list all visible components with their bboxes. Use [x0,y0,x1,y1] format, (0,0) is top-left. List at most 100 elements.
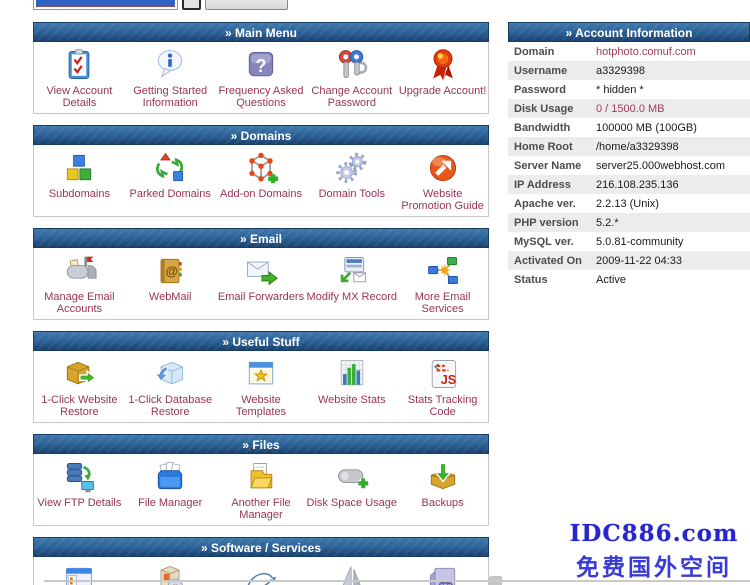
account-row-label: Username [508,65,596,77]
item-label: More Email Services [397,291,488,315]
website-stats-icon [332,355,372,393]
disk-space-usage-link[interactable]: Disk Space Usage [306,458,397,525]
account-row-disk-usage: Disk Usage0 / 1500.0 MB [508,99,750,118]
account-row-bandwidth: Bandwidth100000 MB (100GB) [508,118,750,137]
another-file-manager-link[interactable]: Another File Manager [216,458,307,525]
parked-domains-icon [150,149,190,187]
account-row-value: server25.000webhost.com [596,160,725,172]
section-title: » Email [240,232,282,246]
section-body: Manage Email Accounts@WebMailEmail Forwa… [33,248,489,320]
more-email-services-link[interactable]: More Email Services [397,252,488,319]
svg-text:?: ? [255,56,266,76]
change-password-icon [332,46,372,84]
item-label: WebMail [149,291,192,303]
file-manager-link[interactable]: File Manager [125,458,216,525]
modify-mx-record-link[interactable]: Modify MX Record [306,252,397,319]
watermark-site-name: IDC886.com [558,520,750,547]
account-row-value: 5.0.81-community [596,236,683,248]
section-title: » Useful Stuff [222,335,299,349]
account-row-value: 2009-11-22 04:33 [596,255,682,267]
manage-email-icon [59,252,99,290]
account-row-php-version: PHP version5.2.* [508,213,750,232]
account-information-panel: » Account Information Domainhotphoto.com… [508,22,750,289]
getting-started-info-icon [150,46,190,84]
item-label: Website Promotion Guide [397,188,488,212]
email-forwarders-icon [241,252,281,290]
backups-link[interactable]: Backups [397,458,488,525]
stats-tracking-code-link[interactable]: JSStats Tracking Code [397,355,488,422]
account-row-value[interactable]: hotphoto.comuf.com [596,46,696,58]
item-label: Parked Domains [130,188,211,200]
account-information-header: » Account Information [508,22,750,42]
webmail-icon: @ [150,252,190,290]
section-body: View FTP Details File Manager Another File… [33,454,489,526]
subdomains-link[interactable]: Subdomains [34,149,125,216]
domain-select-input[interactable] [33,0,178,10]
create-new-button[interactable]: Create New [205,0,288,10]
item-label: File Manager [138,497,202,509]
account-row-value: Active [596,274,626,286]
website-stats-link[interactable]: Website Stats [306,355,397,422]
change-account-password-link[interactable]: Change Account Password [306,46,397,113]
account-row-label: MySQL ver. [508,236,596,248]
view-account-details-link[interactable]: View Account Details [34,46,125,113]
section-header-useful-stuff: » Useful Stuff [33,331,489,351]
add-on-domains-link[interactable]: Add-on Domains [216,149,307,216]
account-row-value: 0 / 1500.0 MB [596,103,665,115]
1-click-database-restore-link[interactable]: 1-Click Database Restore [125,355,216,422]
faq-icon: ? [241,46,281,84]
parked-domains-link[interactable]: Parked Domains [125,149,216,216]
website-templates-icon [241,355,281,393]
item-label: Website Templates [216,394,307,418]
watermark-slogan: 免费国外空间 [558,548,750,582]
item-label: Email Forwarders [218,291,304,303]
account-row-value: * hidden * [596,84,644,96]
account-row-label: IP Address [508,179,596,191]
section-files: » FilesView FTP DetailsFile ManagerAnoth… [33,434,489,526]
item-label: Frequency Asked Questions [216,85,307,109]
account-row-value: 5.2.* [596,217,619,229]
account-row-domain: Domainhotphoto.comuf.com [508,42,750,61]
section-body: 1-Click Website Restore1-Click Database … [33,351,489,423]
section-main-menu: » Main Menu View Account DetailsGetting S… [33,22,489,114]
email-forwarders-link[interactable]: Email Forwarders [216,252,307,319]
account-information-rows: Domainhotphoto.comuf.comUsernamea3329398… [508,42,750,289]
manage-email-accounts-link[interactable]: Manage Email Accounts [34,252,125,319]
getting-started-information-link[interactable]: Getting Started Information [125,46,216,113]
item-label: Disk Space Usage [307,497,398,509]
account-row-value: 100000 MB (100GB) [596,122,697,134]
account-row-label: Domain [508,46,596,58]
website-templates-link[interactable]: Website Templates [216,355,307,422]
1-click-website-restore-link[interactable]: 1-Click Website Restore [34,355,125,422]
go-button[interactable] [182,0,201,10]
account-row-server-name: Server Nameserver25.000webhost.com [508,156,750,175]
website-promotion-icon [423,149,463,187]
account-row-username: Usernamea3329398 [508,61,750,80]
account-row-value: /home/a3329398 [596,141,679,153]
upgrade-account-link[interactable]: Upgrade Account! [397,46,488,113]
more-email-services-icon [423,252,463,290]
frequency-asked-questions-link[interactable]: ? Frequency Asked Questions [216,46,307,113]
selected-text-highlight [36,0,175,7]
domain-tools-link[interactable]: Domain Tools [306,149,397,216]
section-email: » EmailManage Email Accounts@WebMailEmai… [33,228,489,320]
subdomains-icon [59,149,99,187]
view-ftp-details-link[interactable]: View FTP Details [34,458,125,525]
section-software-services: » Software / Servicesphpphp [33,537,489,585]
addon-domains-icon [241,149,281,187]
webmail-link[interactable]: @WebMail [125,252,216,319]
item-label: Modify MX Record [307,291,397,303]
section-domains: » Domains Subdomains Parked Domains Add-on … [33,125,489,217]
item-label: Manage Email Accounts [34,291,125,315]
website-promotion-guide-link[interactable]: Website Promotion Guide [397,149,488,216]
upgrade-account-icon [423,46,463,84]
item-label: Website Stats [318,394,386,406]
account-row-value: 2.2.13 (Unix) [596,198,659,210]
item-label: Upgrade Account! [399,85,486,97]
section-title: » Main Menu [225,26,297,40]
file-manager-icon [150,458,190,496]
section-header-domains: » Domains [33,125,489,145]
item-label: 1-Click Website Restore [34,394,125,418]
account-row-value: 216.108.235.136 [596,179,679,191]
database-restore-icon [150,355,190,393]
